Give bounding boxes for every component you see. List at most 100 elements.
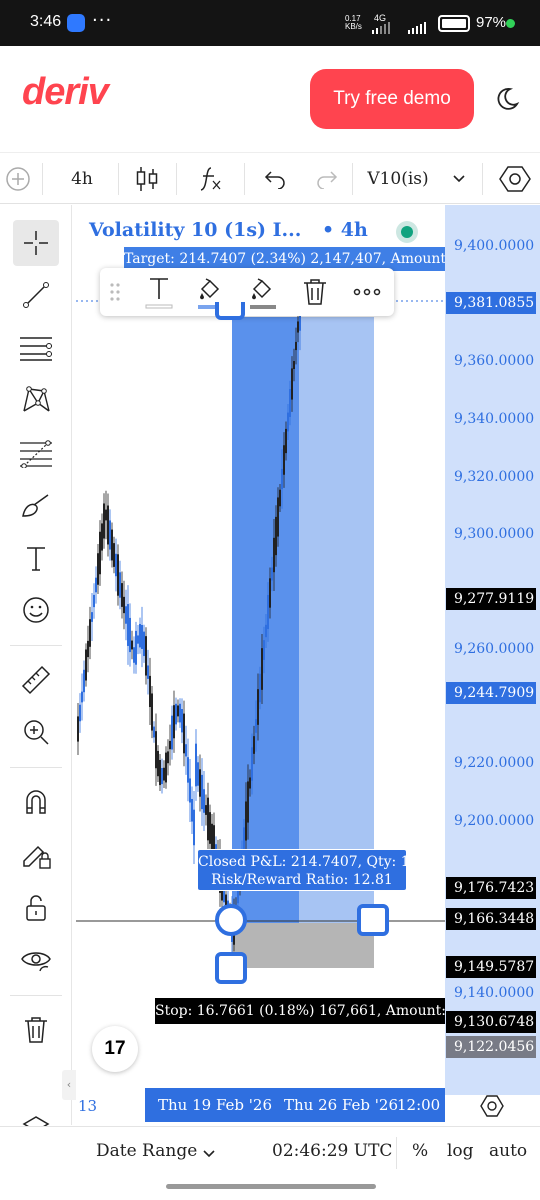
unlock-icon[interactable] bbox=[13, 885, 59, 931]
candle-body bbox=[185, 744, 187, 757]
candle-body bbox=[79, 704, 81, 722]
stop-handle[interactable] bbox=[215, 952, 247, 984]
candle-body bbox=[91, 612, 93, 622]
line-icon[interactable] bbox=[13, 272, 59, 318]
price-tag: 9,149.5787 bbox=[446, 956, 536, 978]
privacy-dot-icon bbox=[506, 19, 515, 28]
loss-zone bbox=[232, 923, 374, 968]
candle-body bbox=[211, 823, 213, 851]
chart-canvas[interactable] bbox=[76, 205, 445, 1095]
more-options-icon[interactable] bbox=[350, 274, 384, 310]
candle-body bbox=[95, 577, 97, 593]
candle-body bbox=[195, 743, 197, 787]
chevron-down-icon[interactable] bbox=[446, 153, 472, 205]
brush-icon[interactable] bbox=[13, 483, 59, 529]
candle-body bbox=[271, 567, 273, 581]
price-tick: 9,340.0000 bbox=[454, 411, 535, 427]
symbol-selector[interactable]: V10(is) bbox=[362, 153, 434, 205]
text-icon[interactable] bbox=[13, 535, 59, 581]
candle-body bbox=[133, 647, 135, 663]
moon-icon[interactable] bbox=[494, 86, 520, 112]
status-time: 3:46 bbox=[30, 13, 62, 30]
closed-pnl-label: Closed P&L: 214.7407, Qty: 14 Risk/Rewar… bbox=[197, 849, 407, 891]
lock-pencil-icon[interactable] bbox=[13, 832, 59, 878]
market-status-icon bbox=[396, 221, 418, 243]
candle-body bbox=[145, 636, 147, 676]
candle-body bbox=[255, 719, 257, 733]
price-tag: 9,244.7909 bbox=[446, 682, 536, 704]
candle-body bbox=[265, 624, 267, 638]
drag-handle-icon[interactable] bbox=[104, 274, 126, 310]
parallel-lines-icon[interactable] bbox=[13, 325, 59, 371]
chevron-down-icon[interactable] bbox=[202, 1149, 216, 1159]
candle-body bbox=[155, 731, 157, 769]
toolbar-divider bbox=[482, 163, 483, 195]
candle-body bbox=[111, 529, 113, 561]
candle-body bbox=[193, 809, 195, 846]
candle-body bbox=[253, 736, 255, 754]
candle-body bbox=[167, 751, 169, 764]
price-tick: 9,320.0000 bbox=[454, 469, 535, 485]
candle-body bbox=[85, 649, 87, 681]
add-icon[interactable] bbox=[4, 153, 32, 205]
time-label-end: Thu 26 Feb '26 bbox=[284, 1096, 398, 1114]
price-tick: 9,200.0000 bbox=[454, 813, 535, 829]
zoom-icon[interactable] bbox=[13, 709, 59, 755]
candle-body bbox=[121, 583, 123, 607]
trash-icon[interactable] bbox=[13, 1007, 59, 1053]
candle-body bbox=[269, 578, 271, 608]
candle-body bbox=[249, 777, 251, 789]
text-color-icon[interactable] bbox=[142, 274, 176, 310]
magnet-icon[interactable] bbox=[13, 779, 59, 825]
candle-body bbox=[183, 713, 185, 754]
entry-handle-left[interactable] bbox=[215, 904, 247, 936]
log-scale-button[interactable]: log bbox=[447, 1141, 474, 1161]
target-handle[interactable] bbox=[215, 302, 245, 320]
crosshair-icon[interactable] bbox=[13, 220, 59, 266]
legend-separator: • bbox=[321, 219, 335, 241]
toolbar-divider bbox=[176, 163, 177, 195]
percent-scale-button[interactable]: % bbox=[412, 1141, 428, 1161]
candle-body bbox=[89, 619, 91, 647]
emoji-icon[interactable] bbox=[13, 587, 59, 633]
undo-icon[interactable] bbox=[260, 153, 290, 205]
pattern-icon[interactable] bbox=[13, 377, 59, 423]
collapse-panel-handle[interactable]: ‹ bbox=[62, 1070, 76, 1100]
delete-drawing-icon[interactable] bbox=[298, 274, 332, 310]
tools-divider bbox=[10, 645, 62, 646]
candle-body bbox=[187, 757, 189, 783]
timeframe-button[interactable]: 4h bbox=[60, 153, 104, 205]
redo-icon[interactable] bbox=[312, 153, 342, 205]
chart-legend[interactable]: Volatility 10 (1s) I... • 4h bbox=[89, 219, 368, 241]
eye-icon[interactable] bbox=[13, 937, 59, 983]
battery-icon bbox=[438, 15, 470, 32]
candle-body bbox=[247, 781, 249, 823]
auto-scale-button[interactable]: auto bbox=[489, 1141, 527, 1161]
candle-body bbox=[109, 520, 111, 550]
signal-icon bbox=[372, 22, 426, 34]
candle-body bbox=[273, 537, 275, 573]
deriv-logo[interactable]: deriv bbox=[22, 71, 109, 114]
fx-icon[interactable] bbox=[196, 153, 224, 205]
candle-body bbox=[191, 798, 193, 822]
candle-body bbox=[181, 709, 183, 733]
legend-interval: 4h bbox=[340, 219, 368, 241]
ruler-icon[interactable] bbox=[13, 657, 59, 703]
candle-body bbox=[197, 762, 199, 786]
entry-handle-right[interactable] bbox=[357, 904, 389, 936]
try-free-demo-button[interactable]: Try free demo bbox=[310, 69, 474, 129]
fill-color-secondary-icon[interactable] bbox=[246, 274, 280, 310]
date-range-button[interactable]: Date Range bbox=[96, 1141, 197, 1161]
candle-body bbox=[175, 703, 177, 725]
net-speed: 0.17 KB/s bbox=[345, 14, 362, 31]
settings-icon[interactable] bbox=[498, 153, 532, 205]
candle-body bbox=[203, 789, 205, 813]
fib-icon[interactable] bbox=[13, 430, 59, 476]
tradingview-logo[interactable]: 17 bbox=[92, 1026, 138, 1072]
bottom-divider bbox=[396, 1137, 397, 1169]
candles-icon[interactable] bbox=[134, 153, 160, 205]
candle-body bbox=[115, 553, 117, 577]
legend-symbol: Volatility 10 (1s) I... bbox=[89, 219, 302, 241]
candle-body bbox=[277, 497, 279, 537]
axis-settings-icon[interactable] bbox=[480, 1094, 504, 1118]
